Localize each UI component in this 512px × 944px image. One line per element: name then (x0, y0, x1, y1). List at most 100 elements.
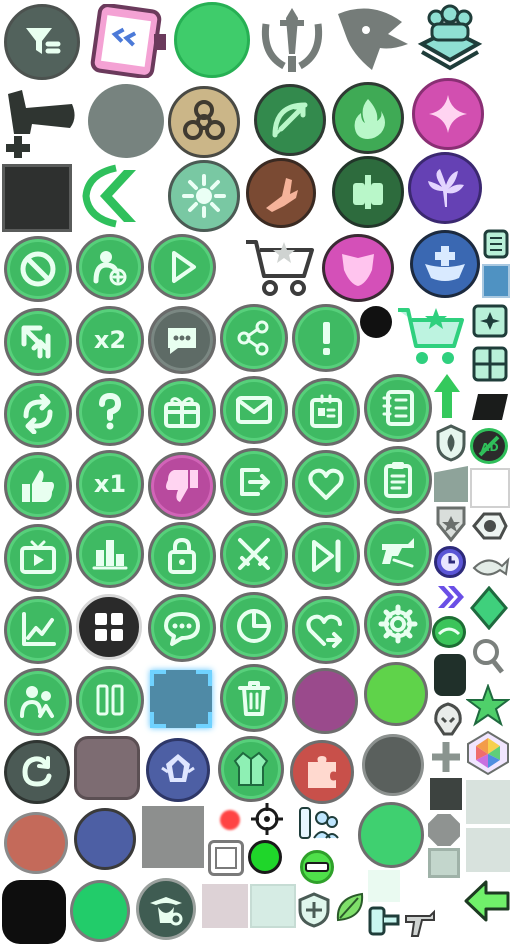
sparkle-button[interactable] (412, 78, 484, 150)
no-ads-button[interactable]: AD (470, 428, 508, 464)
share-button[interactable] (220, 304, 288, 372)
rainbow-gem-button[interactable] (466, 730, 510, 776)
grid-panel-button[interactable] (470, 344, 510, 384)
lock-button[interactable] (148, 522, 216, 590)
checkbox-unchecked[interactable] (208, 840, 244, 876)
add-user-button[interactable] (76, 234, 144, 300)
star-burst-button[interactable] (466, 684, 510, 728)
fist-button[interactable] (332, 156, 404, 228)
pause-button[interactable] (76, 666, 144, 734)
id-card-button[interactable] (292, 378, 360, 446)
detective-button[interactable] (136, 878, 196, 940)
navy-circle[interactable] (74, 808, 136, 870)
leaf-button[interactable] (334, 890, 366, 924)
sun-button[interactable] (168, 160, 240, 232)
stats-button[interactable] (4, 596, 72, 664)
rank-badge-button[interactable] (434, 506, 468, 542)
dragon-head-button[interactable] (332, 4, 412, 76)
jacket-button[interactable] (218, 736, 284, 802)
back-chevron-button[interactable] (76, 160, 152, 232)
friends-button[interactable] (4, 668, 72, 736)
exit-button[interactable] (220, 448, 288, 516)
crossed-swords-button[interactable] (220, 520, 288, 588)
back-arrow-button[interactable] (464, 878, 510, 924)
trash-button[interactable] (220, 664, 288, 732)
puzzle-button[interactable] (290, 740, 354, 804)
search-button[interactable] (470, 636, 506, 676)
filter-button[interactable] (4, 4, 80, 80)
gem-link-button[interactable] (470, 508, 510, 546)
play-button[interactable] (148, 234, 216, 300)
heal-button[interactable] (410, 230, 480, 298)
timer-button[interactable] (434, 546, 466, 578)
clipboard-list-button[interactable] (364, 446, 432, 514)
brick-circle[interactable] (4, 812, 68, 874)
hammer-add-button[interactable] (2, 84, 78, 160)
dark-circle-button[interactable] (362, 734, 424, 796)
claw-button[interactable] (246, 158, 316, 228)
notebook-button[interactable] (364, 374, 432, 442)
mint-circle[interactable] (358, 802, 424, 868)
radio-checked[interactable] (248, 840, 282, 874)
map-button[interactable] (482, 228, 510, 260)
diamond-button[interactable] (470, 586, 508, 630)
photo-button[interactable] (470, 302, 510, 340)
gun-button[interactable] (364, 518, 432, 586)
skip-button[interactable] (292, 522, 360, 590)
mask-button[interactable] (322, 234, 394, 302)
like-button[interactable] (4, 452, 72, 520)
green-circle-button[interactable] (174, 2, 250, 78)
lime-circle-button[interactable] (364, 662, 428, 726)
refresh-button[interactable] (4, 380, 72, 448)
trophy-people-button[interactable] (414, 4, 486, 74)
tv-button[interactable] (4, 524, 72, 592)
crest-button[interactable] (146, 738, 210, 802)
ticket-button[interactable] (470, 390, 510, 424)
level-up-button[interactable] (4, 308, 72, 376)
key-button[interactable] (368, 904, 402, 940)
restart-button[interactable] (4, 740, 70, 804)
minus-button[interactable] (300, 850, 334, 884)
shop-cart-star-button[interactable] (396, 304, 466, 368)
heart-button[interactable] (292, 450, 360, 518)
fish-button[interactable] (470, 550, 510, 584)
menu-grid-button[interactable] (76, 594, 142, 660)
settings-button[interactable] (364, 590, 432, 658)
block-button[interactable] (4, 236, 72, 302)
select-frame-button[interactable] (150, 670, 212, 728)
shield-plus-button[interactable] (298, 892, 330, 928)
party-button[interactable] (296, 804, 342, 848)
pie-chart-button[interactable] (220, 592, 288, 660)
speed-x1-button[interactable]: x1 (76, 450, 144, 518)
mauve-square-button[interactable] (74, 736, 140, 800)
fast-forward-button[interactable] (436, 584, 464, 610)
bow-button[interactable] (254, 84, 326, 156)
chat-button[interactable] (148, 306, 216, 374)
alert-button[interactable] (292, 304, 360, 372)
upgrade-arrow-button[interactable] (432, 372, 462, 420)
gift-button[interactable] (148, 378, 216, 446)
revolver-button[interactable] (404, 906, 436, 940)
emerald-circle[interactable] (70, 880, 130, 942)
tree-button[interactable] (408, 152, 482, 224)
swords-crest-button[interactable] (254, 4, 330, 78)
plus-button[interactable] (430, 740, 462, 774)
chat-bubble-button[interactable] (148, 594, 216, 662)
shield-leaf-button[interactable] (436, 424, 466, 462)
bottle-cap-button[interactable] (432, 616, 466, 648)
shop-cart-button[interactable] (244, 236, 318, 298)
fire-button[interactable] (332, 82, 404, 154)
leaderboard-button[interactable] (76, 520, 144, 588)
blue-square-button[interactable] (482, 264, 510, 298)
crosshair-button[interactable] (250, 802, 284, 836)
mail-button[interactable] (220, 376, 288, 444)
grey-circle-button[interactable] (88, 84, 164, 158)
dislike-button[interactable] (148, 452, 216, 520)
purple-circle-button[interactable] (292, 668, 358, 734)
clipboard-button[interactable] (88, 4, 172, 78)
black-square-button[interactable] (2, 164, 72, 232)
heart-share-button[interactable] (292, 596, 360, 664)
help-button[interactable] (76, 378, 144, 446)
speed-x2-button[interactable]: x2 (76, 306, 144, 374)
biohazard-button[interactable] (168, 86, 240, 158)
